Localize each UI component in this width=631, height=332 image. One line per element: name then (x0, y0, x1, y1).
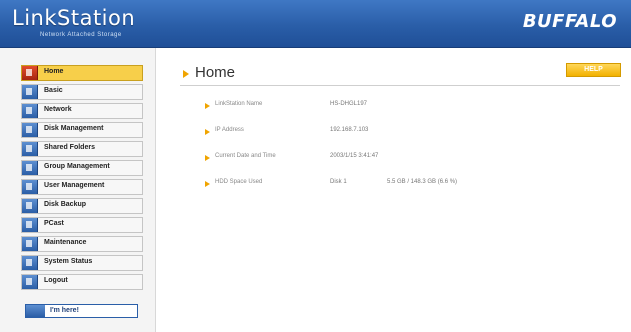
sidebar-item-label: Maintenance (44, 239, 87, 246)
app-header: LinkStation Network Attached Storage BUF… (0, 0, 631, 48)
logo-subtitle: Network Attached Storage (40, 32, 122, 38)
sidebar-item-label: Disk Management (44, 125, 104, 132)
sidebar-item-disk-management[interactable]: Disk Management (21, 122, 143, 138)
sidebar-item-label: Network (44, 106, 72, 113)
network-icon (22, 104, 38, 118)
help-button[interactable]: HELP (566, 63, 621, 77)
info-label: LinkStation Name (215, 101, 263, 107)
bullet-arrow-icon (205, 155, 210, 161)
info-value: HS-DHGL197 (330, 101, 368, 107)
info-label: HDD Space Used (215, 179, 263, 185)
sidebar-item-group-management[interactable]: Group Management (21, 160, 143, 176)
sidebar-item-disk-backup[interactable]: Disk Backup (21, 198, 143, 214)
sidebar-item-network[interactable]: Network (21, 103, 143, 119)
sidebar-item-user-management[interactable]: User Management (21, 179, 143, 195)
buffalo-logo: BUFFALO (522, 11, 617, 32)
sidebar-item-maintenance[interactable]: Maintenance (21, 236, 143, 252)
bullet-arrow-icon (205, 129, 210, 135)
basic-settings-icon (22, 85, 38, 99)
info-value: Disk 1 (330, 179, 347, 185)
logout-icon (22, 275, 38, 289)
backup-icon (22, 199, 38, 213)
bullet-arrow-icon (205, 181, 210, 187)
bullet-arrow-icon (205, 103, 210, 109)
title-arrow-icon (183, 70, 189, 78)
page-title: Home (195, 64, 236, 81)
group-icon (22, 161, 38, 175)
info-value: 2003/1/15 3:41:47 (330, 153, 379, 159)
sidebar-item-label: System Status (44, 258, 93, 265)
linkstation-logo: LinkStation (12, 6, 136, 30)
sidebar-item-pcast[interactable]: PCast (21, 217, 143, 233)
sidebar-item-label: Home (44, 68, 64, 75)
info-value: 192.168.7.103 (330, 127, 369, 133)
disk-icon (22, 123, 38, 137)
sidebar-item-shared-folders[interactable]: Shared Folders (21, 141, 143, 157)
sidebar-item-label: Group Management (44, 163, 110, 170)
sidebar-item-label: Disk Backup (44, 201, 87, 208)
folder-icon (22, 142, 38, 156)
sidebar-item-label: Logout (44, 277, 68, 284)
sidebar-nav: Home Basic Network Disk Management Share… (21, 65, 143, 293)
user-icon (22, 180, 38, 194)
im-here-button[interactable]: I'm here! (25, 304, 138, 318)
sidebar-item-logout[interactable]: Logout (21, 274, 143, 290)
sidebar-item-label: Basic (44, 87, 63, 94)
info-label: IP Address (215, 127, 244, 133)
pcast-icon (22, 218, 38, 232)
im-here-label: I'm here! (50, 307, 79, 314)
main-content: Home HELP LinkStation Name HS-DHGL197 IP… (156, 48, 631, 332)
sidebar-item-home[interactable]: Home (21, 65, 143, 81)
sidebar-item-label: User Management (44, 182, 105, 189)
sidebar-item-basic[interactable]: Basic (21, 84, 143, 100)
sidebar: Home Basic Network Disk Management Share… (0, 48, 156, 332)
hdd-usage-value: 5.5 GB / 148.3 GB (6.6 %) (387, 179, 458, 185)
status-icon (22, 256, 38, 270)
locator-icon (26, 305, 45, 317)
sidebar-item-system-status[interactable]: System Status (21, 255, 143, 271)
sidebar-item-label: Shared Folders (44, 144, 95, 151)
title-divider (180, 85, 620, 86)
home-icon (22, 66, 38, 80)
sidebar-item-label: PCast (44, 220, 64, 227)
info-label: Current Date and Time (215, 153, 276, 159)
maintenance-icon (22, 237, 38, 251)
